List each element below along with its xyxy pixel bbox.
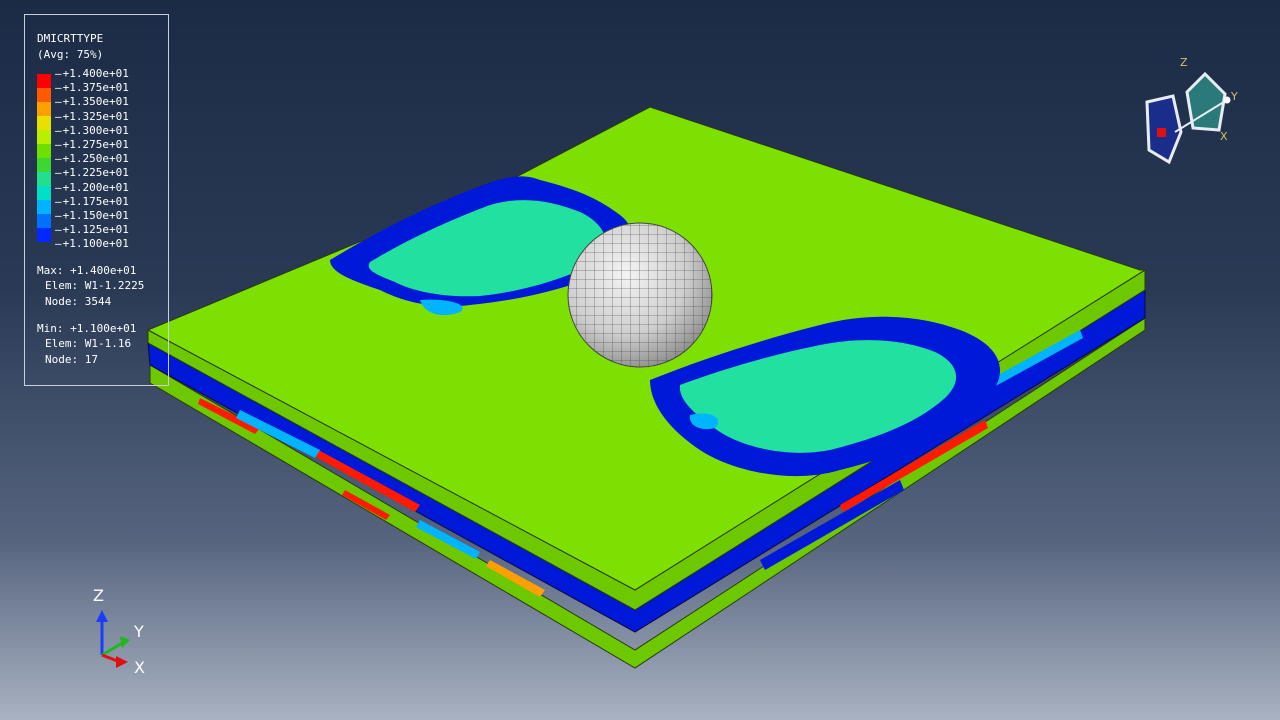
legend-tick-label: +1.225e+01 bbox=[55, 166, 129, 180]
legend-min-elem: Elem: W1-1.16 bbox=[45, 337, 132, 350]
legend-min: Min: +1.100e+01 bbox=[37, 322, 137, 335]
view-cube-icon bbox=[1145, 71, 1231, 165]
model-viewport[interactable] bbox=[0, 0, 1280, 720]
legend-colorbar bbox=[37, 74, 51, 242]
legend-swatch bbox=[37, 214, 51, 228]
legend-swatch bbox=[37, 186, 51, 200]
legend-tick-label: +1.275e+01 bbox=[55, 138, 129, 152]
view-cube-x-label: X bbox=[1220, 130, 1228, 143]
impactor-sphere bbox=[567, 222, 713, 368]
legend-min-node: Node: 17 bbox=[45, 353, 98, 366]
legend-swatch bbox=[37, 172, 51, 186]
legend-swatch bbox=[37, 102, 51, 116]
legend-tick-label: +1.125e+01 bbox=[55, 223, 129, 237]
legend-swatch bbox=[37, 116, 51, 130]
view-cube[interactable]: Z Y X bbox=[1135, 50, 1245, 170]
legend-swatch bbox=[37, 158, 51, 172]
contour-legend: DMICRTTYPE (Avg: 75%) +1.400e+01+1.375e+… bbox=[24, 14, 169, 386]
view-cube-y-label: Y bbox=[1231, 90, 1238, 103]
legend-swatch bbox=[37, 200, 51, 214]
legend-tick-label: +1.375e+01 bbox=[55, 81, 129, 95]
legend-tick-label: +1.250e+01 bbox=[55, 152, 129, 166]
legend-title: DMICRTTYPE bbox=[37, 32, 104, 45]
legend-tick-label: +1.200e+01 bbox=[55, 181, 129, 195]
legend-max-elem: Elem: W1-1.2225 bbox=[45, 279, 145, 292]
legend-swatch bbox=[37, 144, 51, 158]
legend-max: Max: +1.400e+01 bbox=[37, 264, 137, 277]
legend-swatch bbox=[37, 228, 51, 242]
legend-max-node: Node: 3544 bbox=[45, 295, 112, 308]
legend-tick-label: +1.350e+01 bbox=[55, 95, 129, 109]
triad-y-label: Y bbox=[134, 622, 144, 641]
legend-tick-label: +1.400e+01 bbox=[55, 67, 129, 81]
triad-z-label: Z bbox=[93, 586, 104, 605]
laminate-plate bbox=[146, 106, 1147, 669]
legend-tick-label: +1.325e+01 bbox=[55, 110, 129, 124]
legend-swatch bbox=[37, 74, 51, 88]
legend-ticks: +1.400e+01+1.375e+01+1.350e+01+1.325e+01… bbox=[55, 67, 129, 251]
legend-tick-label: +1.175e+01 bbox=[55, 195, 129, 209]
legend-tick-label: +1.300e+01 bbox=[55, 124, 129, 138]
legend-averaging: (Avg: 75%) bbox=[37, 48, 104, 61]
legend-swatch bbox=[37, 88, 51, 102]
global-triad bbox=[96, 610, 130, 668]
legend-swatch bbox=[37, 130, 51, 144]
triad-x-label: X bbox=[134, 658, 145, 677]
legend-tick-label: +1.150e+01 bbox=[55, 209, 129, 223]
legend-tick-label: +1.100e+01 bbox=[55, 237, 129, 251]
view-cube-z-label: Z bbox=[1180, 56, 1188, 69]
